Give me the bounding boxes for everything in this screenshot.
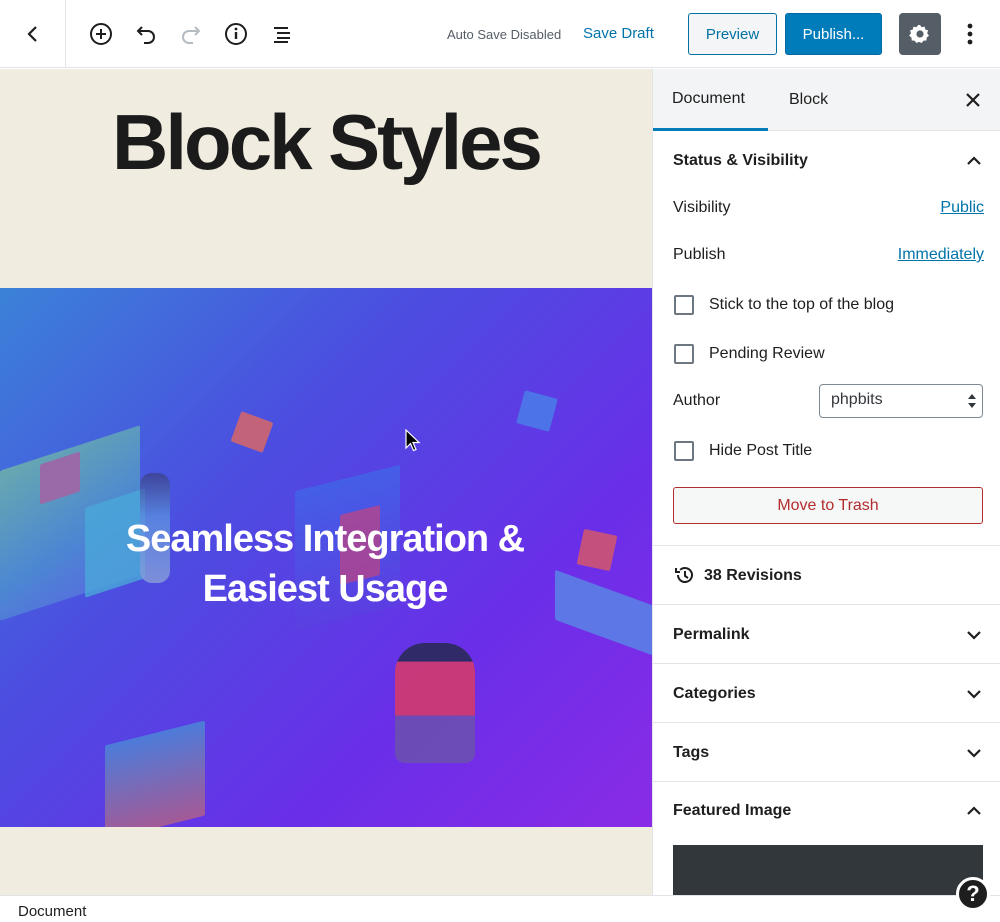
more-vertical-icon [967, 23, 973, 45]
select-arrows-icon [968, 394, 976, 408]
panel-title-categories[interactable]: Categories [673, 685, 756, 703]
author-select-value: phpbits [831, 391, 883, 408]
cover-block[interactable]: Seamless Integration & Easiest Usage [0, 288, 652, 827]
tab-document[interactable]: Document [653, 69, 768, 131]
panel-title-featured-image[interactable]: Featured Image [673, 802, 791, 820]
add-block-button[interactable] [85, 18, 117, 50]
featured-image-preview[interactable] [673, 845, 983, 895]
plus-circle-icon [90, 23, 112, 45]
sidebar-tabs: Document Block [653, 69, 1000, 131]
panel-title-tags[interactable]: Tags [673, 744, 709, 762]
settings-sidebar: Document Block Status & Visibility Visib… [652, 69, 1000, 895]
undo-button[interactable] [130, 18, 162, 50]
close-icon [966, 93, 980, 107]
move-to-trash-button[interactable]: Move to Trash [673, 487, 983, 524]
chevron-up-icon[interactable] [964, 801, 984, 821]
decorative-cube [230, 411, 274, 453]
more-tools-button[interactable] [956, 18, 984, 50]
panel-title-permalink[interactable]: Permalink [673, 626, 749, 644]
divider [653, 781, 1000, 782]
divider [653, 545, 1000, 546]
panel-title-status-visibility[interactable]: Status & Visibility [673, 152, 808, 170]
publish-button[interactable]: Publish... [785, 13, 882, 55]
visibility-toggle[interactable]: Public [940, 199, 984, 217]
tab-block[interactable]: Block [789, 69, 828, 131]
chevron-down-icon[interactable] [964, 684, 984, 704]
publish-label: Publish [673, 246, 726, 263]
chevron-down-icon[interactable] [964, 743, 984, 763]
cover-heading-line: Seamless Integration & [125, 518, 525, 560]
undo-icon [136, 26, 155, 44]
chevron-left-icon [26, 26, 37, 42]
visibility-label: Visibility [673, 199, 731, 216]
chevron-up-icon[interactable] [964, 151, 984, 171]
pending-review-checkbox[interactable] [674, 344, 694, 364]
editor-canvas[interactable]: Block Styles Seamless Integration & Easi… [0, 69, 652, 895]
settings-button[interactable] [899, 13, 941, 55]
redo-icon [182, 26, 201, 44]
divider [653, 604, 1000, 605]
block-navigation-button[interactable] [266, 18, 298, 50]
publish-date-toggle[interactable]: Immediately [898, 246, 984, 264]
help-button[interactable]: ? [956, 877, 990, 911]
sticky-checkbox-label[interactable]: Stick to the top of the blog [709, 296, 894, 314]
cover-heading-line: Easiest Usage [202, 568, 449, 610]
close-sidebar-button[interactable] [961, 88, 985, 112]
heading-block[interactable]: Block Styles [0, 97, 652, 188]
chevron-down-icon[interactable] [964, 625, 984, 645]
mouse-cursor-icon [405, 429, 421, 452]
preview-button[interactable]: Preview [688, 13, 777, 55]
decorative-cube [516, 390, 558, 432]
hide-title-checkbox[interactable] [674, 441, 694, 461]
hide-title-label[interactable]: Hide Post Title [709, 442, 812, 460]
author-label: Author [673, 392, 721, 409]
block-breadcrumb-bar: Document [0, 895, 1000, 922]
person-illustration [395, 643, 475, 763]
save-draft-button[interactable]: Save Draft [583, 25, 654, 42]
decorative-cube [105, 720, 205, 827]
pending-review-label[interactable]: Pending Review [709, 345, 825, 363]
gear-icon [909, 24, 929, 43]
list-view-icon [274, 27, 290, 43]
content-info-button[interactable] [220, 18, 252, 50]
revisions-icon [675, 567, 693, 583]
redo-button[interactable] [175, 18, 207, 50]
back-button[interactable] [0, 0, 66, 68]
sticky-checkbox[interactable] [674, 295, 694, 315]
cover-heading[interactable]: Seamless Integration & Easiest Usage [60, 514, 590, 614]
author-select[interactable]: phpbits [819, 384, 983, 418]
editor-toolbar: Auto Save Disabled Save Draft Preview Pu… [0, 0, 1000, 68]
info-icon [225, 23, 247, 45]
revisions-link[interactable]: 38 Revisions [704, 567, 802, 585]
divider [653, 722, 1000, 723]
auto-save-status: Auto Save Disabled [447, 27, 562, 42]
breadcrumb-document[interactable]: Document [18, 903, 86, 920]
divider [653, 663, 1000, 664]
